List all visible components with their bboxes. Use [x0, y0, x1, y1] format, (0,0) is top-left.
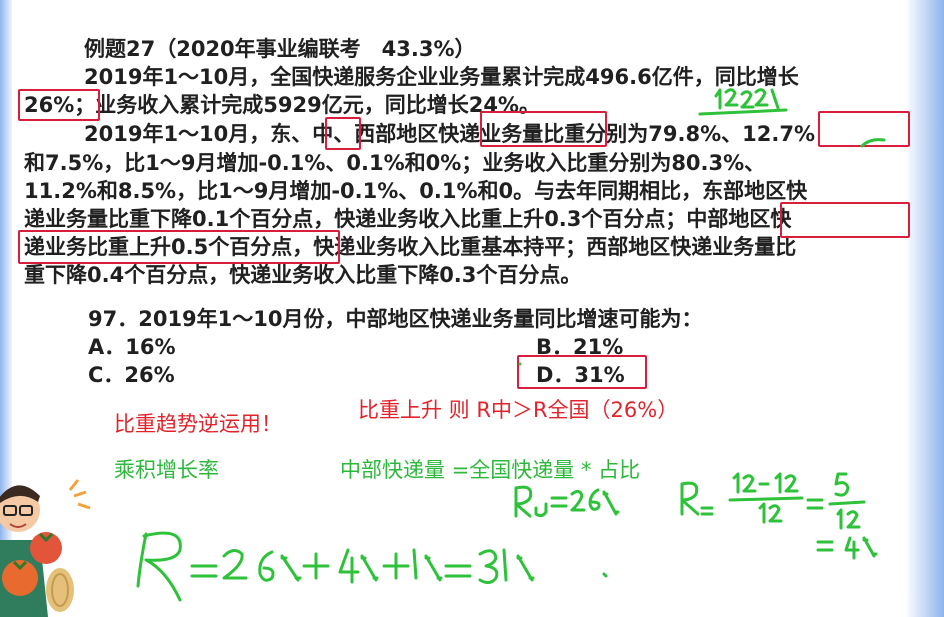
hw-rq-26	[514, 485, 620, 518]
hw-fraction-12-2	[698, 88, 886, 148]
slide-background: 例题27（2020年事业编联考 43.3%） 2019年1～10月，全国快递服务…	[0, 0, 944, 617]
hw-rz-formula	[680, 472, 878, 560]
handwriting-layer	[136, 88, 886, 602]
hw-final-answer	[136, 531, 608, 602]
cartoon-mascot	[0, 479, 91, 617]
